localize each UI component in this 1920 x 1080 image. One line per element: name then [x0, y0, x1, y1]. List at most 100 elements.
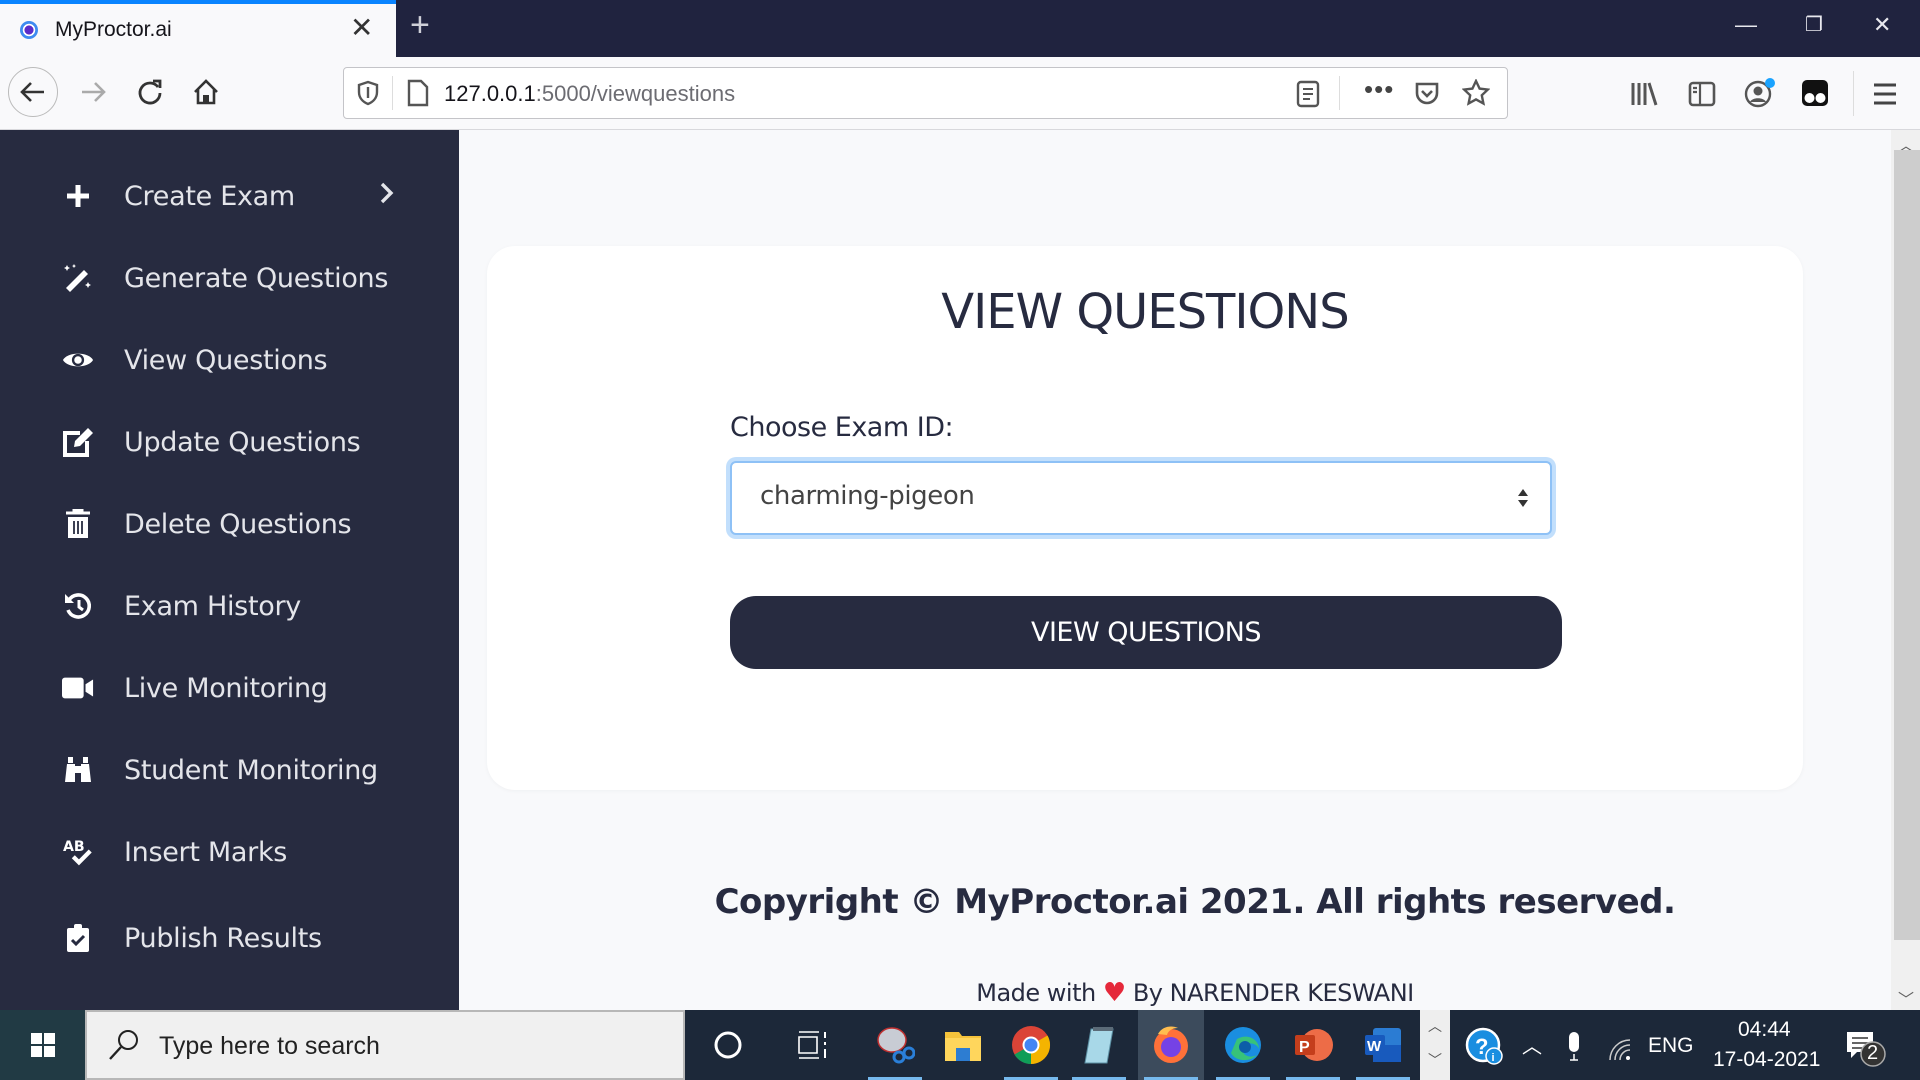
view-questions-card: VIEW QUESTIONS Choose Exam ID: charming-…	[487, 246, 1803, 790]
url-text[interactable]: 127.0.0.1:5000/viewquestions	[444, 81, 735, 107]
sidebar-item-label: Update Questions	[124, 426, 361, 458]
main-content: VIEW QUESTIONS Choose Exam ID: charming-…	[459, 130, 1891, 1010]
hamburger-menu-icon[interactable]	[1872, 82, 1898, 106]
notification-count: 2	[1867, 1042, 1879, 1064]
video-camera-icon	[62, 672, 94, 704]
taskbar-edge[interactable]	[1210, 1010, 1276, 1080]
taskbar-firefox[interactable]	[1138, 1010, 1204, 1080]
view-questions-button[interactable]: VIEW QUESTIONS	[730, 596, 1562, 669]
taskbar-chrome[interactable]	[998, 1010, 1064, 1080]
library-icon[interactable]	[1630, 80, 1658, 108]
url-host: 127.0.0.1	[444, 81, 536, 106]
page-scrollbar[interactable]: ︿ ﹀	[1891, 130, 1920, 1010]
firefox-icon	[1154, 1026, 1188, 1063]
svg-text:AB: AB	[63, 839, 85, 855]
sidebar-item-view-questions[interactable]: View Questions	[0, 330, 459, 390]
sidebar-item-results[interactable]: Results	[0, 992, 459, 1011]
back-button[interactable]	[8, 67, 58, 117]
reader-view-icon[interactable]	[1296, 80, 1320, 108]
svg-text:P: P	[1299, 1039, 1310, 1056]
page-title: VIEW QUESTIONS	[941, 284, 1349, 340]
taskbar-overflow-scroller[interactable]: ︿ ﹀	[1420, 1010, 1450, 1080]
shield-icon[interactable]	[356, 80, 380, 106]
restore-icon[interactable]: ❐	[1805, 12, 1823, 37]
chevron-up-icon[interactable]: ︿	[1428, 1016, 1442, 1036]
chevron-down-icon[interactable]: ﹀	[1428, 1050, 1442, 1070]
sidebar-item-insert-marks[interactable]: AB Insert Marks	[0, 822, 459, 882]
sidebar-item-live-monitoring[interactable]: Live Monitoring	[0, 658, 459, 718]
clock-time[interactable]: 04:44	[1738, 1018, 1791, 1042]
word-icon: W	[1365, 1028, 1401, 1062]
address-bar[interactable]: 127.0.0.1:5000/viewquestions •••	[343, 67, 1508, 119]
tab-title: MyProctor.ai	[55, 18, 172, 41]
cortana-icon	[714, 1031, 742, 1059]
spell-check-icon: AB	[62, 836, 94, 868]
new-tab-icon[interactable]: +	[410, 8, 430, 42]
more-actions-icon[interactable]: •••	[1364, 74, 1394, 105]
home-button[interactable]	[186, 72, 226, 112]
sidebar-item-label: Student Monitoring	[124, 754, 378, 786]
wifi-icon[interactable]	[1608, 1038, 1632, 1062]
sidebar-item-generate-questions[interactable]: Generate Questions	[0, 248, 459, 308]
page-icon[interactable]	[406, 79, 430, 107]
sidebar: Create Exam Generate Questions View Ques…	[0, 130, 459, 1010]
minimize-icon[interactable]: —	[1735, 12, 1757, 38]
scroll-down-icon[interactable]: ﹀	[1898, 986, 1914, 1010]
snipping-tool-icon	[877, 1027, 915, 1064]
sidebar-toggle-icon[interactable]	[1688, 80, 1716, 108]
history-icon	[62, 590, 94, 622]
sidebar-item-label: Delete Questions	[124, 508, 352, 540]
sidebar-item-label: View Questions	[124, 344, 328, 376]
clipboard-check-icon	[62, 922, 94, 954]
sidebar-item-label: Generate Questions	[124, 262, 389, 294]
taskbar-word[interactable]: W	[1350, 1010, 1416, 1080]
browser-tab-bar: MyProctor.ai ✕ + — ❐ ✕	[0, 0, 1920, 57]
window-close-icon[interactable]: ✕	[1873, 12, 1891, 38]
notification-center[interactable]: 2	[1845, 1030, 1887, 1073]
sidebar-item-create-exam[interactable]: Create Exam	[0, 166, 459, 226]
extension-icon[interactable]	[1801, 79, 1829, 107]
sidebar-item-publish-results[interactable]: Publish Results	[0, 908, 459, 968]
taskbar-snipping-tool[interactable]	[862, 1010, 928, 1080]
pocket-icon[interactable]	[1414, 81, 1440, 107]
sidebar-item-student-monitoring[interactable]: Student Monitoring	[0, 740, 459, 800]
language-indicator[interactable]: ENG	[1648, 1034, 1694, 1058]
exam-id-select[interactable]: charming-pigeon	[730, 461, 1552, 535]
magic-wand-icon	[62, 262, 94, 294]
clock-date[interactable]: 17-04-2021	[1713, 1048, 1820, 1072]
account-icon[interactable]	[1744, 76, 1778, 110]
browser-tab[interactable]: MyProctor.ai ✕	[0, 0, 396, 57]
start-button[interactable]	[0, 1010, 85, 1080]
plus-icon	[62, 180, 94, 212]
heart-icon: ♥	[1102, 978, 1126, 1008]
scroll-thumb[interactable]	[1894, 150, 1920, 940]
sidebar-item-label: Publish Results	[124, 922, 322, 954]
sidebar-item-delete-questions[interactable]: Delete Questions	[0, 494, 459, 554]
sidebar-item-exam-history[interactable]: Exam History	[0, 576, 459, 636]
svg-text:i: i	[1492, 1052, 1495, 1064]
reload-button[interactable]	[130, 72, 170, 112]
bookmark-star-icon[interactable]	[1462, 79, 1490, 107]
taskbar-notepad[interactable]	[1066, 1010, 1132, 1080]
microphone-icon[interactable]	[1566, 1032, 1582, 1062]
made-with-credit: Made with ♥ By NARENDER KESWANI	[459, 978, 1891, 1008]
sidebar-item-update-questions[interactable]: Update Questions	[0, 412, 459, 472]
taskbar-powerpoint[interactable]: P	[1280, 1010, 1346, 1080]
show-hidden-icons[interactable]: ︿	[1522, 1030, 1542, 1059]
taskbar-search[interactable]: Type here to search	[85, 1010, 685, 1080]
edit-icon	[62, 426, 94, 458]
trash-icon	[62, 508, 94, 540]
taskbar-file-explorer[interactable]	[930, 1010, 996, 1080]
forward-button[interactable]	[73, 72, 113, 112]
made-with-prefix: Made with	[976, 979, 1096, 1007]
file-explorer-icon	[945, 1032, 981, 1061]
help-info-icon[interactable]: ? i	[1465, 1027, 1505, 1072]
close-tab-icon[interactable]: ✕	[350, 14, 373, 42]
taskbar-cortana[interactable]	[695, 1010, 761, 1080]
taskbar-task-view[interactable]	[780, 1010, 846, 1080]
sidebar-item-label: Live Monitoring	[124, 672, 328, 704]
chevron-right-icon[interactable]	[378, 179, 396, 213]
arrow-left-icon	[20, 82, 44, 102]
powerpoint-icon: P	[1295, 1029, 1333, 1061]
edge-icon	[1225, 1027, 1261, 1063]
